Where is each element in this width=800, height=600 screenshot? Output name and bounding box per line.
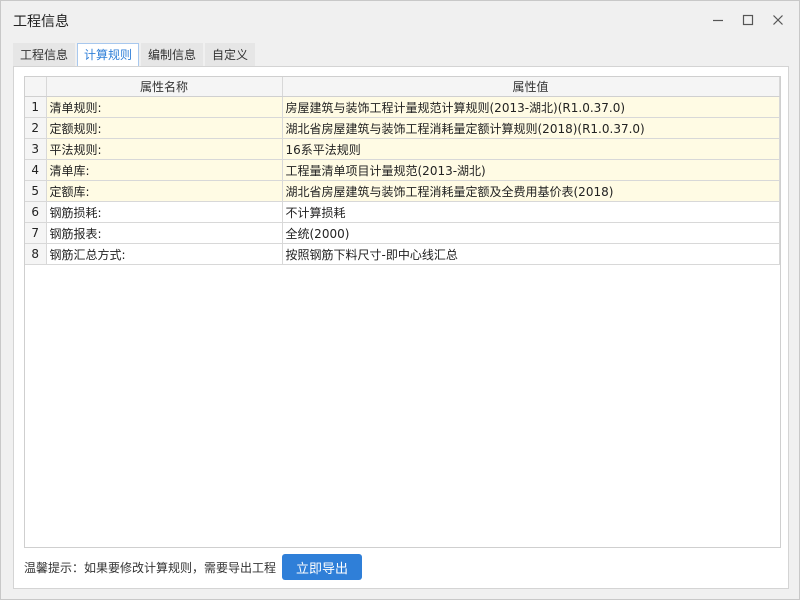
row-index: 4 [25, 159, 47, 181]
property-value[interactable]: 工程量清单项目计量规范(2013-湖北) [282, 159, 780, 181]
property-name: 清单库: [46, 159, 283, 181]
row-index: 8 [25, 243, 47, 265]
table-row[interactable]: 2 定额规则: 湖北省房屋建筑与装饰工程消耗量定额计算规则(2018)(R1.0… [25, 117, 780, 139]
property-grid: 属性名称 属性值 1 清单规则: 房屋建筑与装饰工程计量规范计算规则(2013-… [24, 76, 781, 548]
table-row[interactable]: 8 钢筋汇总方式: 按照钢筋下料尺寸-即中心线汇总 [25, 243, 780, 265]
row-index: 7 [25, 222, 47, 244]
property-value[interactable]: 全统(2000) [282, 222, 780, 244]
table-row[interactable]: 6 钢筋损耗: 不计算损耗 [25, 201, 780, 223]
property-name: 平法规则: [46, 138, 283, 160]
property-name: 钢筋报表: [46, 222, 283, 244]
table-row[interactable]: 3 平法规则: 16系平法规则 [25, 138, 780, 160]
row-index: 6 [25, 201, 47, 223]
tab-compilation-info[interactable]: 编制信息 [141, 43, 204, 66]
footer-bar: 温馨提示：如果要修改计算规则，需要导出工程 立即导出 [24, 554, 363, 580]
tab-custom[interactable]: 自定义 [205, 43, 256, 66]
title-bar: 工程信息 [1, 1, 799, 39]
property-value[interactable]: 16系平法规则 [282, 138, 780, 160]
property-value[interactable]: 按照钢筋下料尺寸-即中心线汇总 [282, 243, 780, 265]
minimize-icon [713, 19, 723, 22]
table-row[interactable]: 1 清单规则: 房屋建筑与装饰工程计量规范计算规则(2013-湖北)(R1.0.… [25, 96, 780, 118]
property-name: 定额规则: [46, 117, 283, 139]
close-button[interactable] [767, 9, 789, 31]
column-header-name[interactable]: 属性名称 [46, 77, 283, 97]
property-name: 钢筋损耗: [46, 201, 283, 223]
property-value[interactable]: 湖北省房屋建筑与装饰工程消耗量定额计算规则(2018)(R1.0.37.0) [282, 117, 780, 139]
project-info-window: 工程信息 工程信息 计算规则 编制信息 自定义 属性名称 属性值 1 清单规则:… [0, 0, 800, 600]
table-row[interactable]: 7 钢筋报表: 全统(2000) [25, 222, 780, 244]
property-value[interactable]: 不计算损耗 [282, 201, 780, 223]
table-row[interactable]: 4 清单库: 工程量清单项目计量规范(2013-湖北) [25, 159, 780, 181]
row-index: 1 [25, 96, 47, 118]
close-icon [773, 15, 783, 25]
table-body: 1 清单规则: 房屋建筑与装饰工程计量规范计算规则(2013-湖北)(R1.0.… [25, 96, 780, 265]
property-name: 清单规则: [46, 96, 283, 118]
window-title: 工程信息 [13, 14, 69, 30]
property-value[interactable]: 房屋建筑与装饰工程计量规范计算规则(2013-湖北)(R1.0.37.0) [282, 96, 780, 118]
row-index: 2 [25, 117, 47, 139]
property-name: 定额库: [46, 180, 283, 202]
column-header-value[interactable]: 属性值 [282, 77, 780, 97]
hint-text: 温馨提示：如果要修改计算规则，需要导出工程 [24, 560, 277, 575]
table-row[interactable]: 5 定额库: 湖北省房屋建筑与装饰工程消耗量定额及全费用基价表(2018) [25, 180, 780, 202]
column-header-index [25, 77, 47, 97]
window-controls [707, 9, 789, 31]
tab-project-info[interactable]: 工程信息 [13, 43, 76, 66]
tab-bar: 工程信息 计算规则 编制信息 自定义 [13, 43, 256, 68]
row-index: 5 [25, 180, 47, 202]
export-now-button[interactable]: 立即导出 [282, 554, 363, 580]
tab-panel: 属性名称 属性值 1 清单规则: 房屋建筑与装饰工程计量规范计算规则(2013-… [13, 66, 789, 589]
tab-calculation-rules[interactable]: 计算规则 [77, 43, 140, 68]
maximize-button[interactable] [737, 9, 759, 31]
property-value[interactable]: 湖北省房屋建筑与装饰工程消耗量定额及全费用基价表(2018) [282, 180, 780, 202]
minimize-button[interactable] [707, 9, 729, 31]
property-name: 钢筋汇总方式: [46, 243, 283, 265]
row-index: 3 [25, 138, 47, 160]
maximize-icon [742, 14, 754, 26]
table-header-row: 属性名称 属性值 [25, 77, 780, 97]
property-table: 属性名称 属性值 1 清单规则: 房屋建筑与装饰工程计量规范计算规则(2013-… [25, 77, 780, 265]
